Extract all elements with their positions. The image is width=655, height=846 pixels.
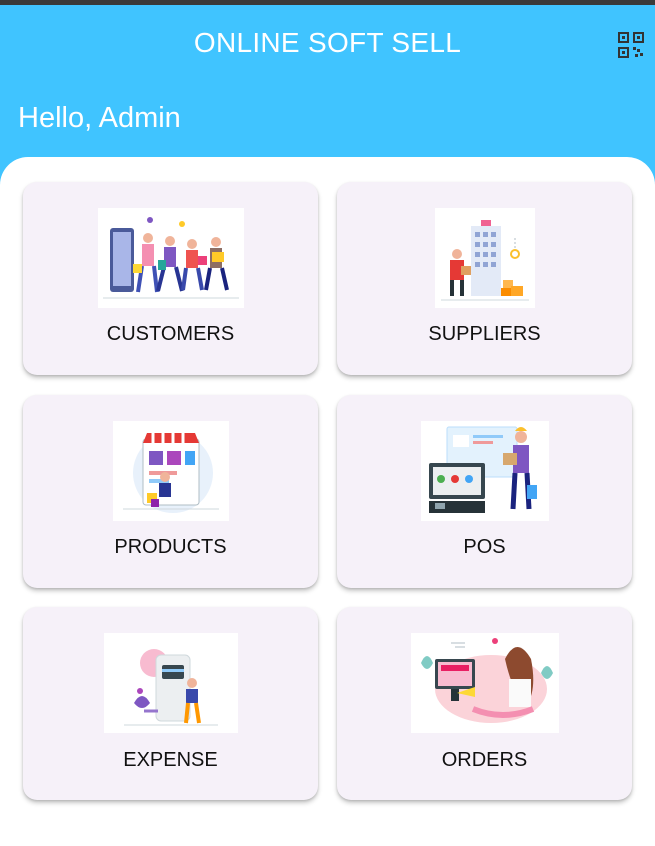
orders-label: ORDERS <box>441 749 528 771</box>
products-label: PRODUCTS <box>114 536 227 558</box>
suppliers-label: SUPPLIERS <box>428 323 541 345</box>
suppliers-card[interactable]: SUPPLIERS <box>337 182 632 375</box>
customers-label: CUSTOMERS <box>106 323 235 345</box>
products-card[interactable]: PRODUCTS <box>23 395 318 588</box>
orders-card[interactable]: ORDERS <box>337 607 632 800</box>
app-title: ONLINE SOFT SELL <box>193 27 462 58</box>
greeting-text: Hello, Admin <box>18 102 181 134</box>
pos-card[interactable]: POS <box>337 395 632 588</box>
expense-card[interactable]: EXPENSE <box>23 607 318 800</box>
expense-label: EXPENSE <box>123 749 218 771</box>
customers-card[interactable]: CUSTOMERS <box>23 182 318 375</box>
expense-illustration <box>103 633 238 733</box>
pos-illustration <box>420 421 549 521</box>
qr-code-scan-icon[interactable] <box>616 30 646 60</box>
suppliers-illustration <box>434 208 535 308</box>
orders-illustration <box>410 633 559 733</box>
pos-label: POS <box>463 536 506 558</box>
products-illustration <box>112 421 229 521</box>
customers-illustration <box>97 208 244 308</box>
